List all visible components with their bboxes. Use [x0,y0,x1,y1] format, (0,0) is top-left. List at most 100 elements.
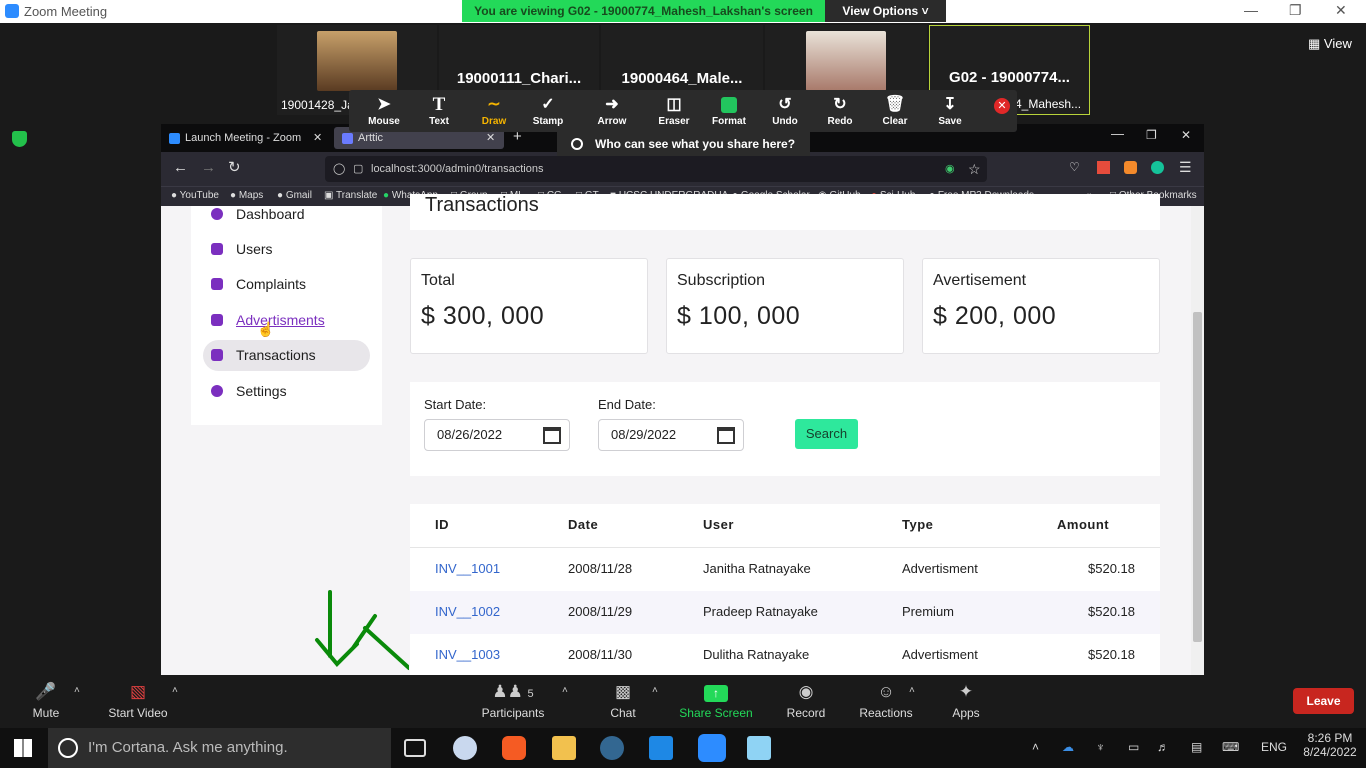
clear-tool[interactable]: 🗑 Clear [868,94,922,127]
invoice-link[interactable]: INV__1002 [435,604,500,619]
view-button[interactable]: ▦ View [1308,36,1352,52]
chat-button[interactable]: ▩ Chat [600,681,646,720]
back-icon[interactable]: ← [173,159,188,176]
postgresql-icon[interactable] [600,736,624,760]
users-icon [211,243,223,255]
mute-button[interactable]: 🎤 Mute [26,681,66,720]
sidebar-item-complaints[interactable]: Complaints [203,269,370,300]
task-view-icon[interactable] [404,739,426,757]
extension-icon[interactable]: ◉ [945,156,955,182]
sidebar: Dashboard Users Complaints Advertisments… [191,206,382,425]
chevron-up-icon[interactable]: ˄ [562,685,568,696]
save-tool[interactable]: ↧ Save [923,94,977,127]
invoice-link[interactable]: INV__1003 [435,647,500,662]
who-can-see-banner[interactable]: Who can see what you share here? [557,132,810,156]
sidebar-item-dashboard[interactable]: Dashboard [203,199,370,230]
close-icon[interactable]: ✕ [1335,2,1347,19]
vscode-icon[interactable] [649,736,673,760]
start-date-input[interactable]: 08/26/2022 [424,419,570,451]
search-button[interactable]: Search [795,419,858,449]
close-annotation-icon[interactable]: ✕ [994,98,1010,114]
sidebar-item-transactions[interactable]: Transactions [203,340,370,371]
share-screen-button[interactable]: ↑ Share Screen [678,681,754,720]
subscription-card: Subscription $ 100, 000 [666,258,904,354]
calendar-icon[interactable] [543,427,561,444]
start-date-label: Start Date: [424,397,487,412]
wifi-icon[interactable]: ♆ [1096,740,1105,754]
table-row[interactable]: INV__1003 2008/11/30 Dulitha Ratnayake A… [410,634,1160,675]
app-icon[interactable] [747,736,771,760]
page-title: Transactions [425,194,539,216]
maximize-icon[interactable]: ❐ [1146,128,1157,142]
participants-button[interactable]: ♟♟ 5 Participants [478,681,548,720]
chevron-up-icon[interactable]: ˄ [74,685,80,696]
record-button[interactable]: ◉ Record [783,681,829,720]
scrollbar-thumb[interactable] [1193,312,1202,642]
sidebar-item-advertisments[interactable]: Advertisments [203,305,370,336]
battery-icon[interactable]: ▭ [1128,740,1139,754]
cell-user: Janitha Ratnayake [703,561,811,576]
chevron-up-icon[interactable]: ˄ [652,685,658,696]
menu-icon[interactable]: ☰ [1179,159,1192,176]
notification-icon[interactable]: ▤ [1191,740,1202,754]
cell-user: Pradeep Ratnayake [703,604,818,619]
invoice-link[interactable]: INV__1001 [435,561,500,576]
apps-button[interactable]: ✦ Apps [946,681,986,720]
format-swatch-icon [702,94,756,116]
text-tool[interactable]: T Text [412,94,466,127]
security-shield-icon[interactable] [12,131,27,147]
save-icon: ↧ [943,96,957,113]
microphone-icon: 🎤 [35,682,57,701]
keyboard-icon[interactable]: ⌨ [1222,740,1239,754]
draw-tool[interactable]: ∼ Draw [467,94,521,127]
cortana-search-box[interactable]: I'm Cortana. Ask me anything. [48,728,391,768]
calendar-icon[interactable] [717,427,735,444]
reload-icon[interactable]: ↻ [228,158,241,176]
volume-icon[interactable]: ♬ [1157,740,1169,754]
star-icon[interactable]: ☆ [968,156,981,182]
zoom-taskbar-icon[interactable] [698,734,726,762]
start-video-button[interactable]: ▧ Start Video [103,681,173,720]
brave-icon[interactable] [502,736,526,760]
pocket-icon[interactable]: ♡ [1069,160,1080,174]
table-row[interactable]: INV__1002 2008/11/29 Pradeep Ratnayake P… [410,591,1160,634]
sidebar-item-users[interactable]: Users [203,234,370,265]
reactions-button[interactable]: ☺ Reactions [858,681,914,720]
extension-icon[interactable] [1097,161,1110,174]
minimize-icon[interactable]: — [1111,126,1124,141]
stamp-tool[interactable]: ✓ Stamp [521,94,575,127]
chevron-up-icon[interactable]: ˄ [172,685,178,696]
arrow-tool[interactable]: ➜ Arrow [585,94,639,127]
view-options-button[interactable]: View Options ˅ [825,0,946,22]
chevron-up-icon[interactable]: ˄ [909,685,915,696]
minimize-icon[interactable]: — [1244,2,1258,18]
clock[interactable]: 8:26 PM 8/24/2022 [1300,731,1360,759]
maximize-icon[interactable]: ❐ [1289,2,1302,19]
card-value: $ 300, 000 [421,302,545,330]
close-icon[interactable]: ✕ [1181,128,1191,142]
redo-tool[interactable]: ↻ Redo [813,94,867,127]
metamask-icon[interactable] [1124,161,1137,174]
tab-close-icon[interactable]: ✕ [313,127,322,149]
windows-start-icon[interactable] [14,739,32,757]
grammarly-icon[interactable] [1151,161,1164,174]
undo-tool[interactable]: ↺ Undo [758,94,812,127]
leave-button[interactable]: Leave [1293,688,1354,714]
gear-icon [211,385,223,397]
onedrive-icon[interactable]: ☁ [1062,740,1074,754]
forward-icon[interactable]: → [201,159,216,176]
table-row[interactable]: INV__1001 2008/11/28 Janitha Ratnayake A… [410,548,1160,591]
eraser-tool[interactable]: ◫ Eraser [647,94,701,127]
card-label: Subscription [677,272,766,289]
format-tool[interactable]: Format [702,94,756,127]
sidebar-item-settings[interactable]: Settings [203,376,370,407]
app-icon[interactable] [453,736,477,760]
browser-tab[interactable]: Launch Meeting - Zoom ✕ [161,127,331,149]
language-indicator[interactable]: ENG [1261,740,1287,754]
end-date-input[interactable]: 08/29/2022 [598,419,744,451]
url-bar[interactable]: ◯ ▢ localhost:3000/admin0/transactions ◉… [325,156,987,182]
mouse-tool[interactable]: ➤ Mouse [357,94,411,127]
file-explorer-icon[interactable] [552,736,576,760]
transactions-table: ID Date User Type Amount INV__1001 2008/… [410,504,1160,675]
chevron-up-icon[interactable]: ˄ [1032,740,1039,754]
